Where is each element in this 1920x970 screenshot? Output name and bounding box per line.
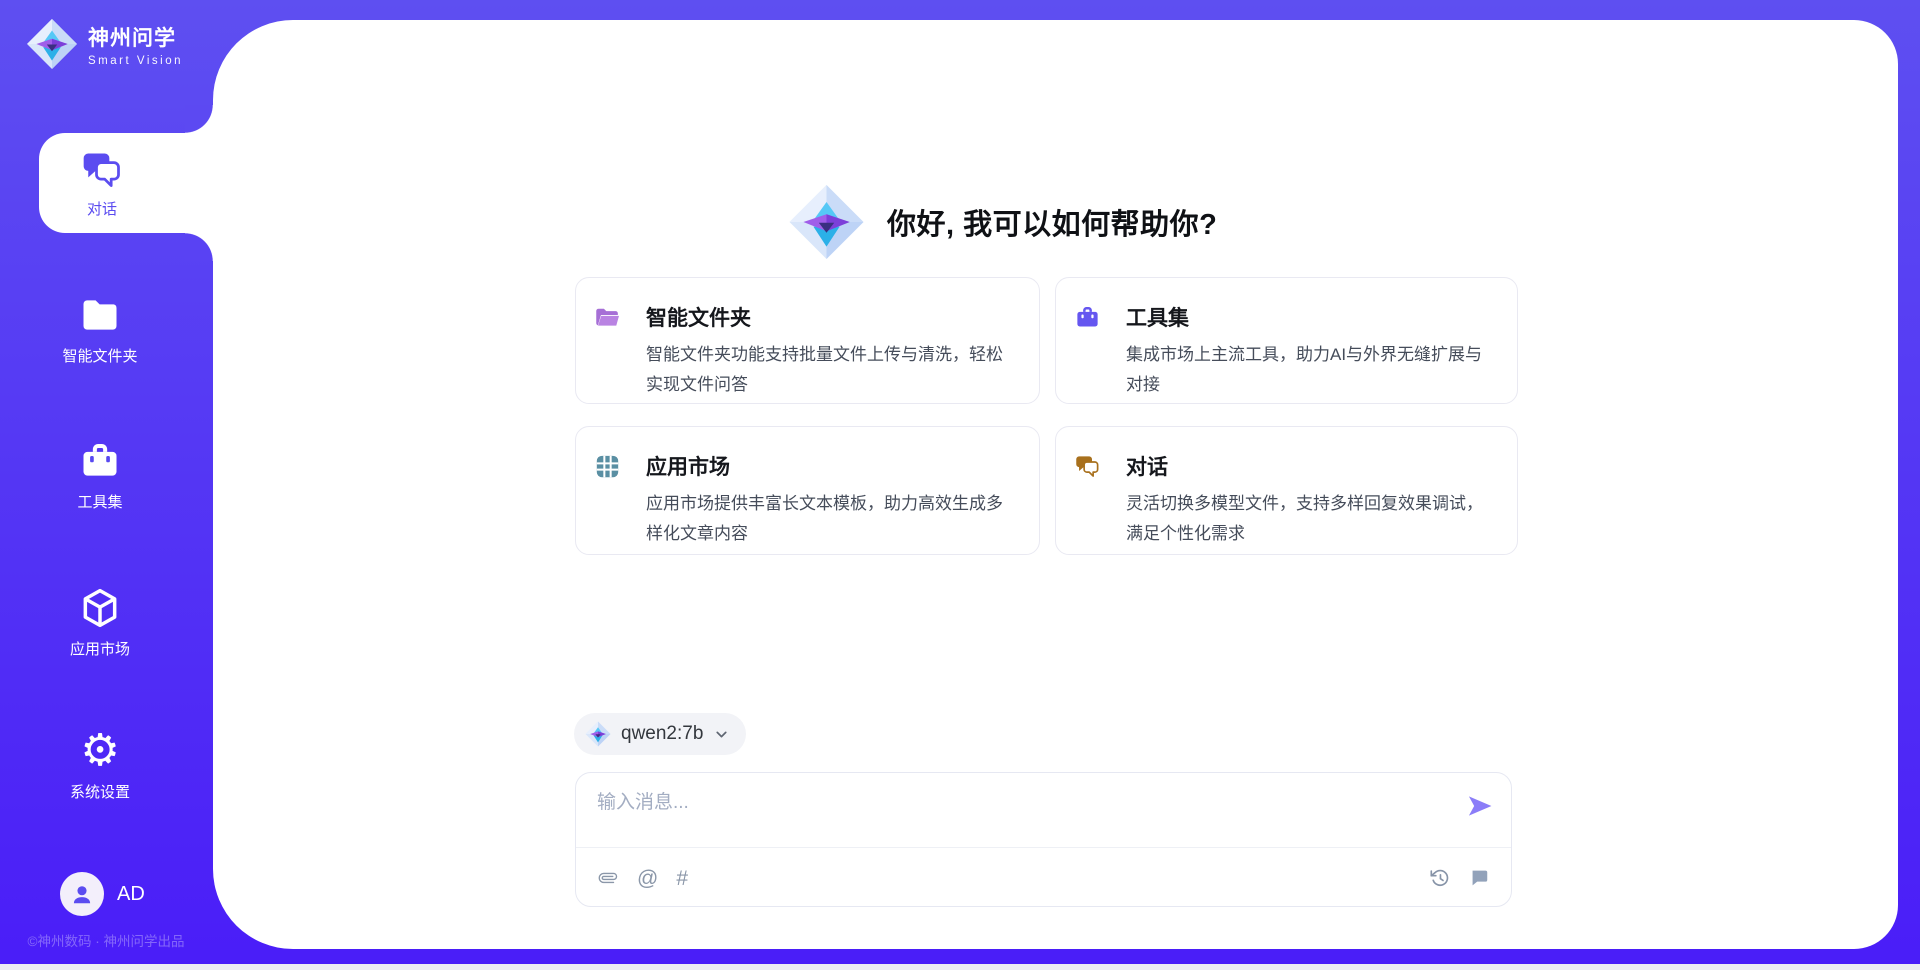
avatar <box>60 872 104 916</box>
sidebar-item-smart-folder[interactable]: 智能文件夹 <box>0 293 200 366</box>
sidebar-item-app-market[interactable]: 应用市场 <box>0 586 200 659</box>
card-description: 集成市场上主流工具，助力AI与外界无缝扩展与对接 <box>1126 340 1489 400</box>
briefcase-icon <box>78 439 122 483</box>
message-input[interactable] <box>597 786 1447 820</box>
brand-subtitle: Smart Vision <box>88 55 183 67</box>
gear-icon: ⚙ <box>80 729 119 773</box>
folder-open-icon <box>594 304 621 331</box>
composer-toolbar: @ # <box>597 855 1490 901</box>
card-description: 智能文件夹功能支持批量文件上传与清洗，轻松实现文件问答 <box>646 340 1011 400</box>
hash-icon[interactable]: # <box>676 868 688 889</box>
active-tab-fillet-bottom <box>185 233 213 261</box>
card-title: 对话 <box>1126 451 1168 481</box>
composer-divider <box>576 847 1511 848</box>
sidebar: 神州问学 Smart Vision 对话 智能文件夹 <box>0 0 213 970</box>
brand-logo: 神州问学 Smart Vision <box>26 18 183 70</box>
chat-icon <box>80 148 124 192</box>
feature-card-app-market[interactable]: 应用市场 应用市场提供丰富长文本模板，助力高效生成多样化文章内容 <box>575 426 1040 555</box>
person-icon <box>69 881 95 907</box>
brand-diamond-icon <box>26 18 78 70</box>
assistant-diamond-icon <box>788 180 865 264</box>
sidebar-item-label: 应用市场 <box>70 638 130 659</box>
history-clock-icon[interactable] <box>1429 867 1451 889</box>
feature-card-chat[interactable]: 对话 灵活切换多模型文件，支持多样回复效果调试，满足个性化需求 <box>1055 426 1518 555</box>
mention-icon[interactable]: @ <box>637 868 658 889</box>
app-window: 神州问学 Smart Vision 对话 智能文件夹 <box>0 0 1920 970</box>
chat-icon <box>1074 453 1101 480</box>
send-icon[interactable] <box>1466 792 1494 820</box>
brand-text: 神州问学 Smart Vision <box>88 22 183 67</box>
card-title: 智能文件夹 <box>646 302 751 332</box>
briefcase-icon <box>1074 304 1101 331</box>
card-description: 灵活切换多模型文件，支持多样回复效果调试，满足个性化需求 <box>1126 489 1489 549</box>
folder-icon <box>78 293 122 337</box>
paperclip-icon[interactable] <box>597 867 619 889</box>
card-title: 应用市场 <box>646 451 730 481</box>
card-description: 应用市场提供丰富长文本模板，助力高效生成多样化文章内容 <box>646 489 1011 549</box>
card-title: 工具集 <box>1126 302 1189 332</box>
sidebar-item-chat[interactable]: 对话 <box>39 133 213 233</box>
cube-icon <box>78 586 122 630</box>
model-selector[interactable]: qwen2:7b <box>574 713 746 755</box>
model-diamond-icon <box>585 721 611 747</box>
sidebar-item-toolset[interactable]: 工具集 <box>0 439 200 512</box>
feature-card-toolset[interactable]: 工具集 集成市场上主流工具，助力AI与外界无缝扩展与对接 <box>1055 277 1518 404</box>
sidebar-footer: ©神州数码 · 神州问学出品 <box>6 930 206 950</box>
sidebar-item-label: 智能文件夹 <box>62 345 137 366</box>
greeting-row: 你好, 我可以如何帮助你? <box>788 180 1217 264</box>
brand-name: 神州问学 <box>88 22 183 52</box>
composer: @ # <box>575 772 1512 907</box>
user-profile[interactable]: AD <box>60 872 145 916</box>
window-bottom-edge <box>0 964 1920 970</box>
sidebar-item-label: 系统设置 <box>70 781 130 802</box>
grid-icon <box>594 453 621 480</box>
model-name: qwen2:7b <box>621 723 703 745</box>
user-initials: AD <box>117 883 145 906</box>
greeting-title: 你好, 我可以如何帮助你? <box>887 201 1217 243</box>
sidebar-item-settings[interactable]: ⚙ 系统设置 <box>0 729 200 802</box>
main-panel: 你好, 我可以如何帮助你? 智能文件夹 智能文件夹功能支持批量文件上传与清洗，轻… <box>213 20 1898 949</box>
sidebar-item-label: 对话 <box>87 198 117 219</box>
feature-card-smart-folder[interactable]: 智能文件夹 智能文件夹功能支持批量文件上传与清洗，轻松实现文件问答 <box>575 277 1040 404</box>
sidebar-item-label: 工具集 <box>77 491 122 512</box>
active-tab-fillet-top <box>185 105 213 133</box>
chevron-down-icon <box>713 726 730 743</box>
chat-bubble-icon[interactable] <box>1468 867 1490 889</box>
